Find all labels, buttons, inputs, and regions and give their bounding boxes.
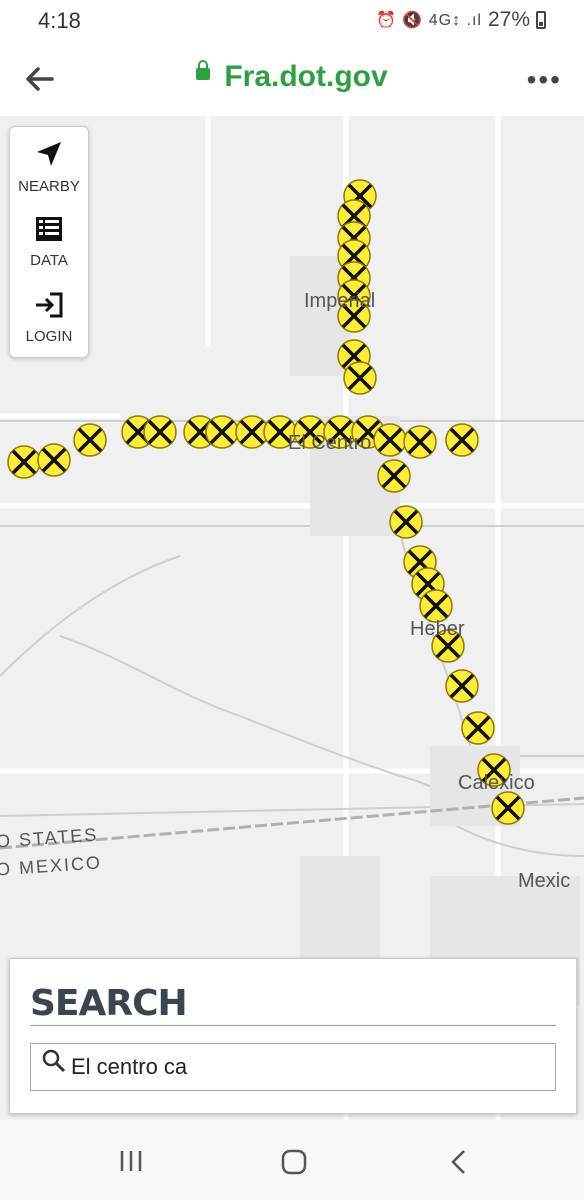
url-display[interactable]: Fra.dot.gov bbox=[0, 60, 584, 94]
railroad-crossing-icon bbox=[445, 423, 479, 457]
lock-icon bbox=[196, 60, 211, 81]
status-time: 4:18 bbox=[38, 8, 81, 33]
search-input[interactable]: El centro ca bbox=[30, 1043, 556, 1091]
url-bar: Fra.dot.gov ••• bbox=[0, 42, 584, 117]
table-icon bbox=[36, 217, 62, 241]
railroad-crossing-icon bbox=[377, 459, 411, 493]
login-label: LOGIN bbox=[25, 328, 73, 345]
search-panel: SEARCH El centro ca bbox=[9, 958, 577, 1114]
battery-icon bbox=[536, 11, 546, 29]
railroad-crossing-icon bbox=[235, 415, 269, 449]
railroad-crossing-icon bbox=[373, 423, 407, 457]
back-icon[interactable] bbox=[448, 1148, 470, 1176]
railroad-crossing-icon bbox=[461, 711, 495, 745]
railroad-crossing-icon bbox=[389, 505, 423, 539]
map-label-imperial: Imperial bbox=[304, 290, 376, 312]
railroad-crossing-icon bbox=[143, 415, 177, 449]
railroad-crossing-icon bbox=[73, 423, 107, 457]
railroad-crossing-icon bbox=[7, 445, 41, 479]
railroad-crossing-icon bbox=[205, 415, 239, 449]
map-label-mexicali: Mexic bbox=[518, 870, 571, 892]
home-icon[interactable] bbox=[280, 1148, 308, 1176]
status-icons: ⏰ 🔇 4G↕ .ıl bbox=[376, 12, 482, 29]
map-controls: NEARBY DATA LOGIN bbox=[9, 126, 89, 358]
search-icon bbox=[42, 1049, 66, 1073]
android-nav-bar bbox=[0, 1120, 584, 1200]
nearby-label: NEARBY bbox=[18, 178, 80, 195]
url-text: Fra.dot.gov bbox=[224, 60, 388, 93]
map-label-calexico: Calexico bbox=[458, 772, 535, 794]
railroad-crossing-icon bbox=[37, 443, 71, 477]
railroad-crossing-icon bbox=[403, 425, 437, 459]
login-icon bbox=[36, 292, 63, 318]
status-bar: 4:18 ⏰ 🔇 4G↕ .ıl 27% bbox=[0, 0, 584, 42]
data-label: DATA bbox=[30, 252, 68, 269]
search-input-value: El centro ca bbox=[71, 1054, 188, 1079]
railroad-crossing-icon bbox=[491, 791, 525, 825]
data-button[interactable]: DATA bbox=[10, 215, 88, 269]
search-divider bbox=[30, 1025, 556, 1026]
navigation-arrow-icon bbox=[37, 142, 61, 166]
railroad-crossing-icon bbox=[343, 361, 377, 395]
login-button[interactable]: LOGIN bbox=[10, 291, 88, 345]
more-dots-icon[interactable]: ••• bbox=[527, 64, 562, 96]
search-title: SEARCH bbox=[30, 983, 188, 1024]
nearby-button[interactable]: NEARBY bbox=[10, 139, 88, 195]
recents-icon[interactable] bbox=[118, 1148, 144, 1174]
map-label-heber: Heber bbox=[410, 618, 465, 640]
railroad-crossing-icon bbox=[445, 669, 479, 703]
status-right: ⏰ 🔇 4G↕ .ıl 27% bbox=[376, 8, 546, 32]
battery-percent: 27% bbox=[487, 8, 530, 31]
map-label-el-centro: El Centro bbox=[288, 432, 372, 454]
